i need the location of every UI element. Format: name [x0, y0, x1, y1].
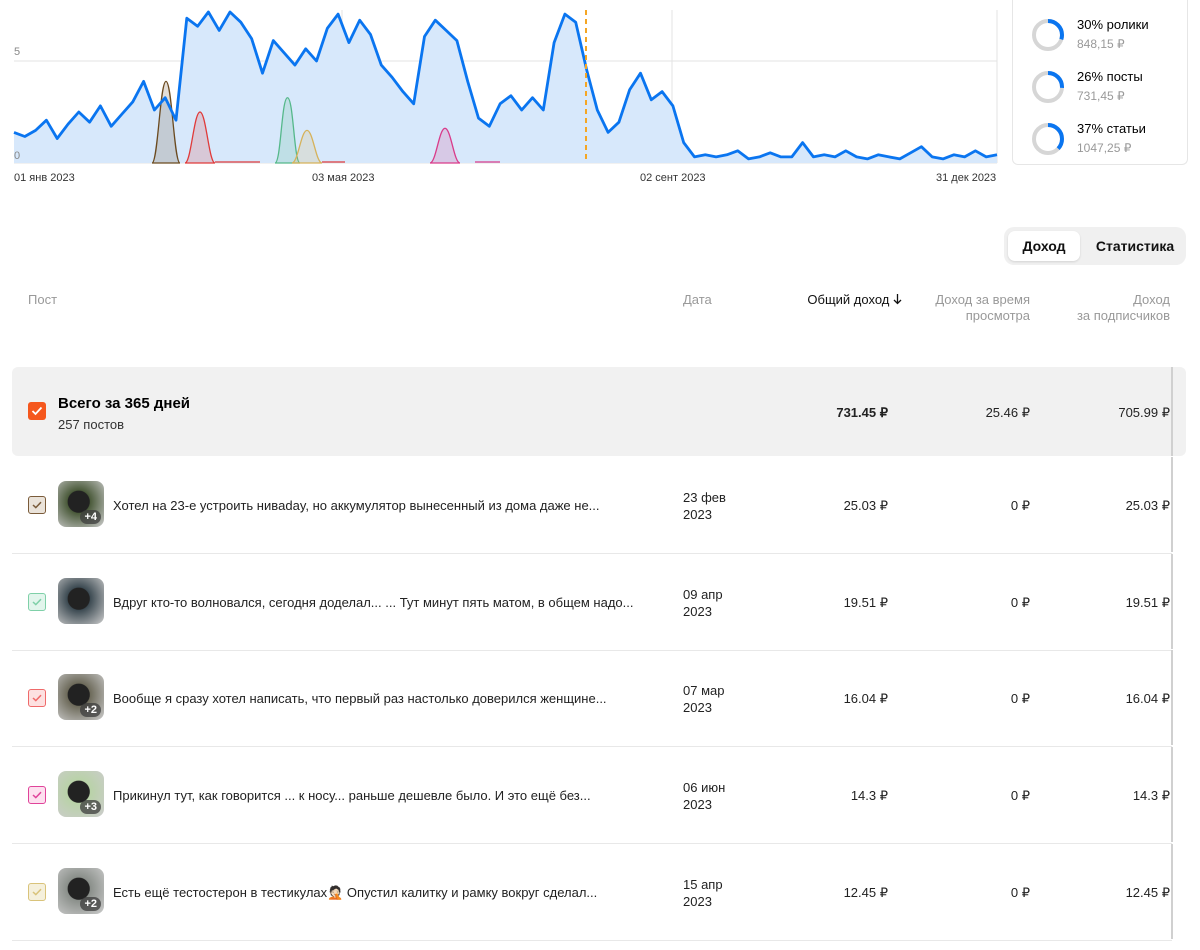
post-subscriber-income: 12.45 ₽	[1125, 885, 1170, 900]
column-header-post[interactable]: Пост	[28, 292, 57, 308]
scrollbar-segment[interactable]	[1171, 844, 1173, 939]
post-total-income: 12.45 ₽	[843, 885, 888, 900]
column-header-subscriber-income[interactable]: Доход за подписчиков	[1040, 292, 1170, 324]
donut-icon	[1032, 19, 1064, 51]
tab-income[interactable]: Доход	[1008, 231, 1080, 261]
row-checkbox[interactable]	[28, 496, 46, 514]
donut-icon	[1032, 123, 1064, 155]
check-icon	[32, 791, 42, 799]
column-header-total-income[interactable]: Общий доход	[790, 292, 902, 308]
scrollbar-segment[interactable]	[1171, 747, 1173, 842]
summary-percent: 26% посты	[1077, 69, 1143, 84]
post-view-income: 0 ₽	[1010, 498, 1030, 513]
post-title[interactable]: Есть ещё тестостерон в тестикулах🤦🏻 Опус…	[113, 885, 597, 901]
column-header-date[interactable]: Дата	[683, 292, 712, 308]
more-images-badge: +2	[80, 897, 101, 911]
row-checkbox[interactable]	[28, 786, 46, 804]
x-tick-label: 01 янв 2023	[14, 172, 75, 184]
post-thumbnail[interactable]: +2	[58, 868, 104, 914]
row-checkbox[interactable]	[28, 593, 46, 611]
revenue-chart: 5 0 01 янв 2023 03 мая 2023 02 сент 2023…	[0, 0, 1000, 190]
post-date: 15 апр 2023	[683, 877, 723, 909]
more-images-badge: +2	[80, 703, 101, 717]
scrollbar-segment[interactable]	[1171, 554, 1173, 649]
post-date: 06 июн 2023	[683, 780, 726, 812]
check-icon	[32, 694, 42, 702]
total-row-post-count: 257 постов	[58, 417, 125, 432]
post-title[interactable]: Хотел на 23-е устроить нивaday, но аккум…	[113, 498, 600, 513]
total-income-value: 731.45 ₽	[836, 405, 888, 420]
check-icon	[32, 598, 42, 606]
total-subscriber-income-value: 705.99 ₽	[1118, 405, 1170, 420]
check-icon	[32, 501, 42, 509]
post-subscriber-income: 16.04 ₽	[1125, 691, 1170, 706]
post-view-income: 0 ₽	[1010, 691, 1030, 706]
post-title[interactable]: Вдруг кто-то волновался, сегодня доделал…	[113, 595, 634, 610]
y-tick-label: 5	[14, 46, 21, 58]
x-tick-label: 02 сент 2023	[640, 172, 706, 184]
sort-arrow-down-icon	[893, 294, 902, 305]
x-tick-label: 31 дек 2023	[936, 172, 997, 184]
scrollbar[interactable]	[1171, 367, 1173, 456]
total-checkbox[interactable]	[28, 402, 46, 420]
table-row[interactable]: +2 Вообще я сразу хотел написать, что пер…	[12, 650, 1172, 747]
donut-icon	[1032, 71, 1064, 103]
scrollbar-segment[interactable]	[1171, 457, 1173, 552]
column-header-view-income[interactable]: Доход за время просмотра	[910, 292, 1030, 324]
post-subscriber-income: 14.3 ₽	[1132, 788, 1170, 803]
post-date: 23 фев 2023	[683, 490, 726, 522]
y-tick-label: 0	[14, 150, 21, 162]
post-title[interactable]: Вообще я сразу хотел написать, что первы…	[113, 691, 607, 706]
table-row[interactable]: Вдруг кто-то волновался, сегодня доделал…	[12, 554, 1172, 651]
post-thumbnail[interactable]	[58, 578, 104, 624]
post-title[interactable]: Прикинул тут, как говорится ... к носу..…	[113, 788, 591, 803]
view-tabs: Доход Статистика	[1004, 227, 1186, 265]
revenue-summary-card: 30% ролики 848,15 ₽ 26% посты 731,45 ₽ 3…	[1012, 0, 1188, 165]
post-subscriber-income: 19.51 ₽	[1125, 595, 1170, 610]
post-date: 09 апр 2023	[683, 587, 723, 619]
table-row[interactable]: +2 Есть ещё тестостерон в тестикулах🤦🏻 Оп…	[12, 844, 1172, 941]
summary-amount: 731,45 ₽	[1077, 89, 1125, 103]
post-thumbnail[interactable]: +3	[58, 771, 104, 817]
post-view-income: 0 ₽	[1010, 595, 1030, 610]
tab-statistics[interactable]: Статистика	[1090, 231, 1180, 261]
scrollbar-segment[interactable]	[1171, 650, 1173, 745]
check-icon	[32, 888, 42, 896]
post-thumbnail[interactable]: +4	[58, 481, 104, 527]
post-total-income: 25.03 ₽	[843, 498, 888, 513]
post-thumbnail[interactable]: +2	[58, 674, 104, 720]
post-total-income: 19.51 ₽	[843, 595, 888, 610]
total-view-income-value: 25.46 ₽	[985, 405, 1030, 420]
table-row[interactable]: +4 Хотел на 23-е устроить нивaday, но акк…	[12, 457, 1172, 554]
more-images-badge: +3	[80, 800, 101, 814]
total-row: Всего за 365 дней 257 постов 731.45 ₽ 25…	[12, 367, 1186, 456]
summary-amount: 1047,25 ₽	[1077, 141, 1132, 155]
total-row-title: Всего за 365 дней	[58, 395, 191, 412]
post-view-income: 0 ₽	[1010, 788, 1030, 803]
post-view-income: 0 ₽	[1010, 885, 1030, 900]
post-date: 07 мар 2023	[683, 683, 725, 715]
table-row[interactable]: +3 Прикинул тут, как говорится ... к носу…	[12, 747, 1172, 844]
row-checkbox[interactable]	[28, 883, 46, 901]
post-total-income: 14.3 ₽	[850, 788, 888, 803]
post-subscriber-income: 25.03 ₽	[1125, 498, 1170, 513]
summary-percent: 37% статьи	[1077, 121, 1146, 136]
row-checkbox[interactable]	[28, 689, 46, 707]
check-icon	[31, 406, 43, 416]
summary-amount: 848,15 ₽	[1077, 37, 1125, 51]
post-total-income: 16.04 ₽	[843, 691, 888, 706]
x-tick-label: 03 мая 2023	[312, 172, 375, 184]
chart-plot	[13, 10, 998, 164]
summary-percent: 30% ролики	[1077, 17, 1149, 32]
more-images-badge: +4	[80, 510, 101, 524]
